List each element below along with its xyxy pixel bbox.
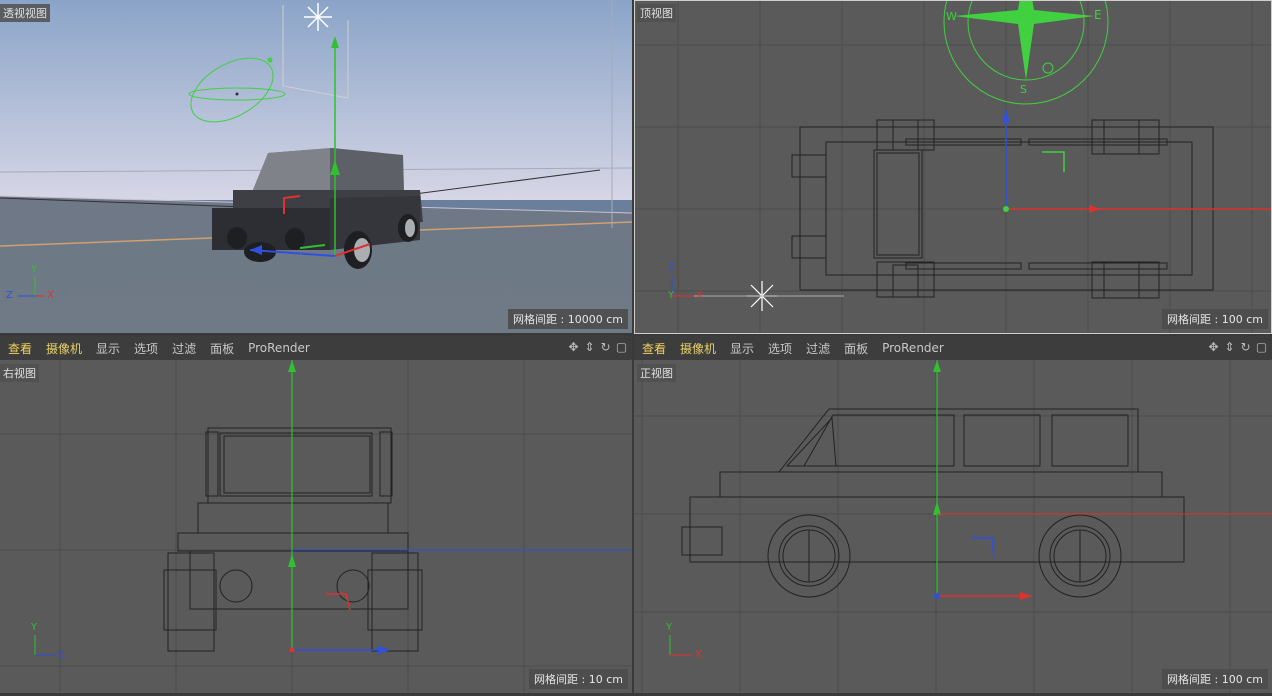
compass-w: W	[946, 10, 957, 23]
axis-label-x: X	[695, 649, 702, 660]
light-star-icon	[304, 3, 332, 31]
rotate-icon[interactable]: ↻	[599, 339, 612, 355]
top-scene	[634, 0, 1272, 333]
menu-options[interactable]: 选项	[768, 340, 792, 357]
menu-filter[interactable]: 过滤	[172, 340, 196, 357]
menu-options[interactable]: 选项	[134, 340, 158, 357]
car-front-outline	[681, 408, 1185, 598]
menu-panel[interactable]: 面板	[844, 340, 868, 357]
axis-label-y: Y	[31, 622, 38, 633]
viewport-right[interactable]: Y Z 右视图 网格间距 : 10 cm	[0, 360, 632, 693]
menu-view[interactable]: 查看	[642, 340, 666, 357]
grid-spacing-label: 网格间距 : 100 cm	[1162, 309, 1268, 329]
menu-camera[interactable]: 摄像机	[680, 340, 716, 357]
menu-display[interactable]: 显示	[730, 340, 754, 357]
compass-s: S	[1020, 83, 1027, 96]
front-scene	[634, 360, 1272, 693]
viewport-label: 透视视图	[0, 4, 50, 22]
menu-prorender[interactable]: ProRender	[248, 341, 310, 355]
menubar-front-view: 查看 摄像机 显示 选项 过滤 面板 ProRender ✥ ⇕ ↻ ▢	[634, 336, 1272, 360]
viewport-front[interactable]: Y X 正视图 网格间距 : 100 cm	[634, 360, 1272, 693]
axis-label-y: Y	[31, 264, 38, 275]
car-side-outline	[163, 427, 423, 652]
menu-view[interactable]: 查看	[8, 340, 32, 357]
maximize-icon[interactable]: ▢	[1255, 339, 1268, 355]
right-scene	[0, 360, 632, 693]
grid-spacing-label: 网格间距 : 10 cm	[529, 669, 628, 689]
move-icon[interactable]: ✥	[1207, 339, 1220, 355]
grid-spacing-label: 网格间距 : 100 cm	[1162, 669, 1268, 689]
axis-label-z: Z	[668, 262, 675, 273]
menubar-right-view: 查看 摄像机 显示 选项 过滤 面板 ProRender ✥ ⇕ ↻ ▢	[0, 336, 632, 360]
menu-prorender[interactable]: ProRender	[882, 341, 944, 355]
viewport-perspective[interactable]: Y X Z 透视视图 网格间距 : 10000 cm	[0, 0, 632, 333]
axis-label-y: Y	[668, 290, 675, 301]
menu-display[interactable]: 显示	[96, 340, 120, 357]
menu-panel[interactable]: 面板	[210, 340, 234, 357]
perspective-scene	[0, 0, 632, 333]
menu-camera[interactable]: 摄像机	[46, 340, 82, 357]
zoom-icon[interactable]: ⇕	[583, 339, 596, 355]
compass-e: E	[1094, 8, 1102, 22]
viewport-top[interactable]: W E S Z Y X 顶视图 网格间距 : 100 cm	[634, 0, 1272, 333]
viewport-label: 顶视图	[637, 4, 676, 22]
maximize-icon[interactable]: ▢	[615, 339, 628, 355]
rotate-icon[interactable]: ↻	[1239, 339, 1252, 355]
axis-label-x: X	[47, 290, 54, 301]
viewport-label: 右视图	[0, 364, 39, 382]
axis-label-z: Z	[58, 649, 65, 660]
axis-label-x: X	[696, 290, 703, 301]
zoom-icon[interactable]: ⇕	[1223, 339, 1236, 355]
axis-label-y: Y	[666, 622, 673, 633]
grid-spacing-label: 网格间距 : 10000 cm	[508, 309, 628, 329]
menu-filter[interactable]: 过滤	[806, 340, 830, 357]
axis-label-z: Z	[6, 290, 13, 301]
viewport-label: 正视图	[637, 364, 676, 382]
move-icon[interactable]: ✥	[567, 339, 580, 355]
